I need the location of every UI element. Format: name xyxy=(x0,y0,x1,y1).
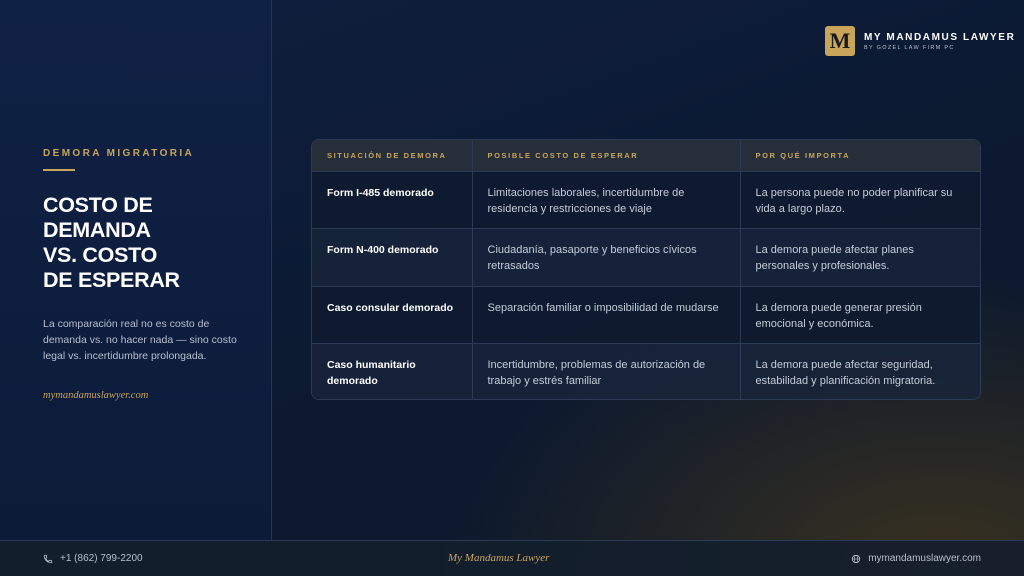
phone-icon xyxy=(43,554,53,563)
title-line: VS. COSTO xyxy=(43,243,157,267)
title-line: DEMANDA xyxy=(43,218,151,242)
column-header: POR QUÉ IMPORTA xyxy=(739,140,980,172)
table-row: Form I-485 demorado Limitaciones laboral… xyxy=(312,171,980,229)
footer-site-link[interactable]: mymandamuslawyer.com xyxy=(851,553,981,564)
logo-title: MY MANDAMUS LAWYER xyxy=(864,31,1016,43)
footer-phone-text: +1 (862) 799-2200 xyxy=(60,553,143,564)
table-row: Form N-400 demorado Ciudadanía, pasaport… xyxy=(312,228,980,286)
table-cell-situation: Caso consular demorado xyxy=(312,285,472,344)
table-cell-cost: Incertidumbre, problemas de autorización… xyxy=(471,343,740,399)
table-cell-reason: La persona puede no poder planificar su … xyxy=(739,171,980,229)
logo-subtitle: BY GOZEL LAW FIRM PC xyxy=(864,44,955,51)
brand-logo[interactable]: M MY MANDAMUS LAWYER BY GOZEL LAW FIRM P… xyxy=(825,25,1015,57)
title-line: DE ESPERAR xyxy=(43,268,180,292)
table-cell-situation: Form I-485 demorado xyxy=(312,171,472,229)
logo-text: MY MANDAMUS LAWYER BY GOZEL LAW FIRM PC xyxy=(864,32,1015,51)
table-cell-cost: Ciudadanía, pasaporte y beneficios cívic… xyxy=(471,228,740,286)
table-cell-cost: Separación familiar o imposibilidad de m… xyxy=(471,285,740,344)
globe-icon xyxy=(852,554,861,563)
comparison-table: SITUACIÓN DE DEMORA POSIBLE COSTO DE ESP… xyxy=(312,140,980,399)
page-subtitle: La comparación real no es costo de deman… xyxy=(43,318,237,362)
footer-brand: My Mandamus Lawyer xyxy=(448,552,550,564)
comparison-table-card: SITUACIÓN DE DEMORA POSIBLE COSTO DE ESP… xyxy=(311,139,981,400)
logo-mark: M xyxy=(825,26,855,56)
table-row: Caso consular demorado Separación famili… xyxy=(312,285,980,344)
page-title: COSTO DE DEMANDA VS. COSTO DE ESPERAR xyxy=(43,193,253,293)
table-row: Caso humanitario demorado Incertidumbre,… xyxy=(312,343,980,399)
table-cell-reason: La demora puede afectar seguridad, estab… xyxy=(739,343,980,399)
footer-phone-link[interactable]: +1 (862) 799-2200 xyxy=(43,553,143,564)
footer-bar: +1 (862) 799-2200 My Mandamus Lawyer mym… xyxy=(0,540,1024,576)
table-cell-situation: Form N-400 demorado xyxy=(312,228,472,286)
eyebrow-label: DEMORA MIGRATORIA xyxy=(43,148,195,159)
table-cell-cost: Limitaciones laborales, incertidumbre de… xyxy=(471,171,740,229)
site-link[interactable]: mymandamuslawyer.com xyxy=(43,390,148,401)
footer-site-text: mymandamuslawyer.com xyxy=(868,553,981,564)
column-header: SITUACIÓN DE DEMORA xyxy=(312,140,472,172)
table-cell-situation: Caso humanitario demorado xyxy=(312,343,472,399)
table-header-row: SITUACIÓN DE DEMORA POSIBLE COSTO DE ESP… xyxy=(312,140,980,172)
column-header: POSIBLE COSTO DE ESPERAR xyxy=(471,140,740,172)
accent-divider xyxy=(43,169,75,171)
table-cell-reason: La demora puede afectar planes personale… xyxy=(739,228,980,286)
title-line: COSTO DE xyxy=(43,193,153,217)
table-cell-reason: La demora puede generar presión emociona… xyxy=(739,285,980,344)
left-panel: DEMORA MIGRATORIA COSTO DE DEMANDA VS. C… xyxy=(0,0,272,540)
